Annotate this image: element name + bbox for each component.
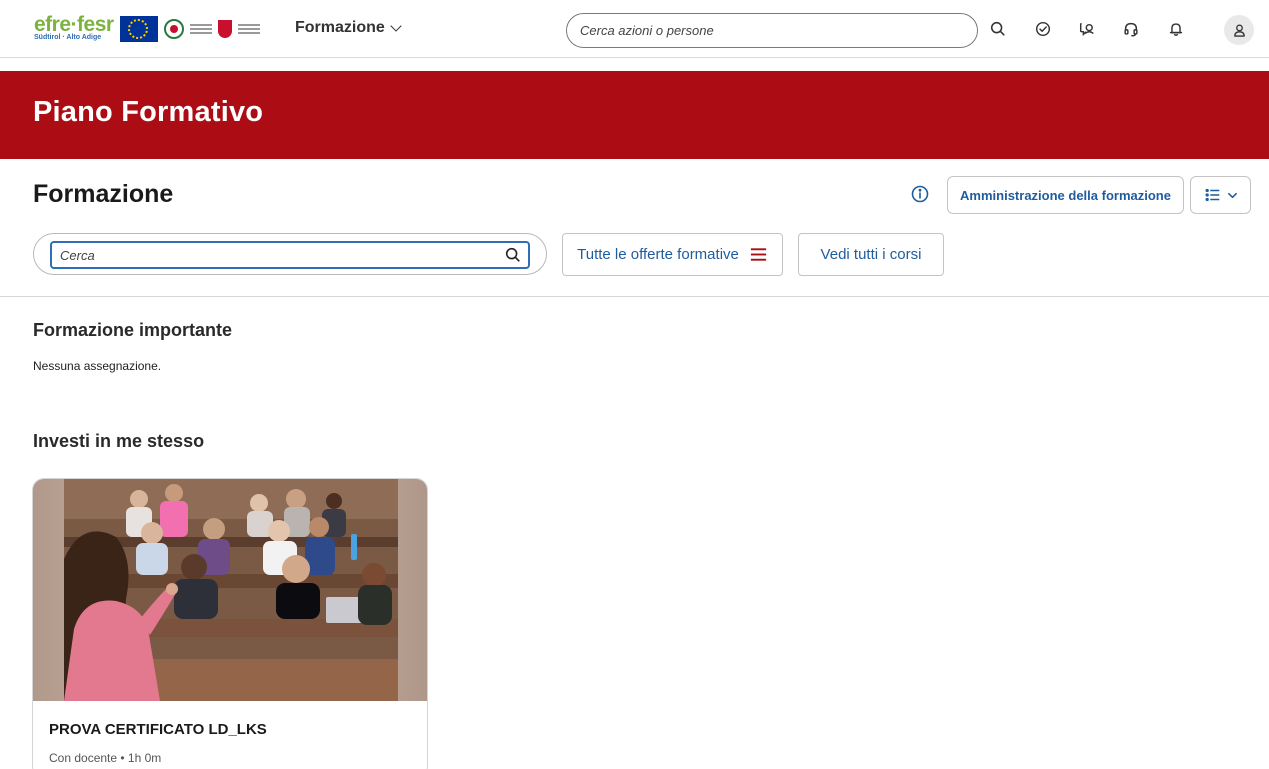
course-image [33,479,427,701]
menu-lines-icon [750,248,766,261]
logo-text-lines [190,24,212,34]
top-bar: efre·fesr Südtirol · Alto Adige Formazio… [0,0,1269,58]
check-circle-icon[interactable] [1030,16,1056,42]
efre-logo-text: efre·fesr [34,13,114,36]
italy-emblem-icon [164,19,184,39]
list-icon [1204,188,1219,202]
chevron-down-icon [1227,192,1237,198]
section-title: Formazione [33,180,174,208]
eu-flag-icon [120,16,158,42]
course-card[interactable]: PROVA CERTIFICATO LD_LKS Con docente • 1… [32,478,428,769]
info-icon[interactable] [910,184,930,204]
all-offers-filter-button[interactable]: Tutte le offerte formative [562,233,783,276]
training-search-input[interactable] [50,241,530,269]
nav-menu-formazione[interactable]: Formazione [295,19,402,37]
view-all-courses-button[interactable]: Vedi tutti i corsi [798,233,944,276]
nav-menu-label: Formazione [295,19,385,36]
search-icon[interactable] [504,246,522,264]
user-avatar[interactable] [1224,15,1254,45]
user-icon [1233,24,1245,37]
headset-icon[interactable] [1118,16,1144,42]
global-search-input[interactable] [566,13,978,48]
search-icon[interactable] [985,16,1011,42]
all-offers-filter-label: Tutte le offerte formative [577,246,739,263]
important-training-heading: Formazione importante [33,320,233,340]
section-divider [0,296,1269,297]
admin-training-button[interactable]: Amministrazione della formazione [947,176,1184,214]
training-search-container [33,233,547,275]
view-options-button[interactable] [1190,176,1251,214]
empty-assignments-text: Nessuna assegnazione. [33,359,162,373]
invest-heading: Investi in me stesso [33,431,205,451]
logo-text-lines-2 [238,24,260,34]
efre-logo-mark: efre·fesr Südtirol · Alto Adige [34,12,114,46]
chat-icon[interactable] [1074,16,1100,42]
bell-icon[interactable] [1163,16,1189,42]
chevron-down-icon [390,19,402,32]
course-title: PROVA CERTIFICATO LD_LKS [49,721,267,738]
page-banner: Piano Formativo [0,71,1269,159]
efre-region-text: Südtirol · Alto Adige [34,34,102,41]
classroom-illustration [64,479,398,701]
page-title: Piano Formativo [33,96,264,128]
efre-fesr-logo[interactable]: efre·fesr Südtirol · Alto Adige [34,11,260,47]
province-emblem-icon [218,20,232,38]
course-meta: Con docente • 1h 0m [49,751,162,765]
